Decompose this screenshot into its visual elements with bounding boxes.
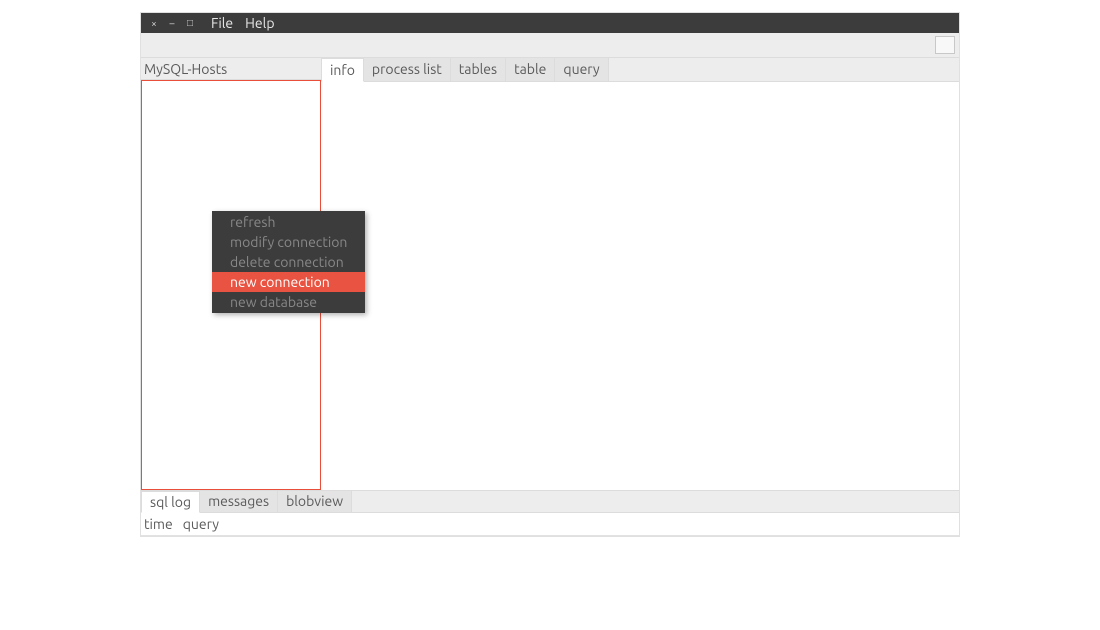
window-controls: × – □ bbox=[147, 16, 197, 30]
log-col-query: query bbox=[183, 516, 229, 532]
toolbar bbox=[141, 33, 959, 58]
ctx-new-connection[interactable]: new connection bbox=[212, 272, 365, 292]
hosts-tree[interactable]: refresh modify connection delete connect… bbox=[141, 80, 321, 490]
tab-tables[interactable]: tables bbox=[451, 58, 506, 81]
log-columns-header: time query bbox=[141, 513, 959, 536]
context-menu: refresh modify connection delete connect… bbox=[212, 211, 365, 313]
titlebar: × – □ File Help bbox=[141, 13, 959, 33]
app-window: × – □ File Help MySQL-Hosts refresh modi… bbox=[140, 12, 960, 537]
tab-table[interactable]: table bbox=[506, 58, 555, 81]
tab-sql-log[interactable]: sql log bbox=[141, 491, 200, 513]
menu-file[interactable]: File bbox=[207, 15, 237, 31]
sidebar: MySQL-Hosts refresh modify connection de… bbox=[141, 58, 321, 490]
bottom-tabs: sql log messages blobview bbox=[141, 491, 959, 513]
tab-query[interactable]: query bbox=[555, 58, 608, 81]
menu-help[interactable]: Help bbox=[241, 15, 278, 31]
ctx-modify-connection[interactable]: modify connection bbox=[212, 232, 365, 252]
bottom-panel: sql log messages blobview time query bbox=[141, 490, 959, 536]
content: info process list tables table query bbox=[321, 58, 959, 490]
ctx-new-database[interactable]: new database bbox=[212, 292, 365, 312]
close-icon[interactable]: × bbox=[147, 16, 161, 30]
toolbar-button[interactable] bbox=[935, 36, 955, 54]
tab-process-list[interactable]: process list bbox=[364, 58, 451, 81]
content-tabs: info process list tables table query bbox=[321, 58, 959, 82]
ctx-delete-connection[interactable]: delete connection bbox=[212, 252, 365, 272]
maximize-icon[interactable]: □ bbox=[183, 16, 197, 30]
tab-messages[interactable]: messages bbox=[200, 491, 278, 512]
content-body bbox=[321, 82, 959, 490]
ctx-refresh[interactable]: refresh bbox=[212, 212, 365, 232]
log-col-time: time bbox=[144, 516, 183, 532]
sidebar-header: MySQL-Hosts bbox=[141, 58, 321, 80]
tab-info[interactable]: info bbox=[321, 58, 364, 82]
minimize-icon[interactable]: – bbox=[165, 16, 179, 30]
main-area: MySQL-Hosts refresh modify connection de… bbox=[141, 58, 959, 490]
tab-blobview[interactable]: blobview bbox=[278, 491, 352, 512]
menubar: File Help bbox=[207, 15, 279, 31]
